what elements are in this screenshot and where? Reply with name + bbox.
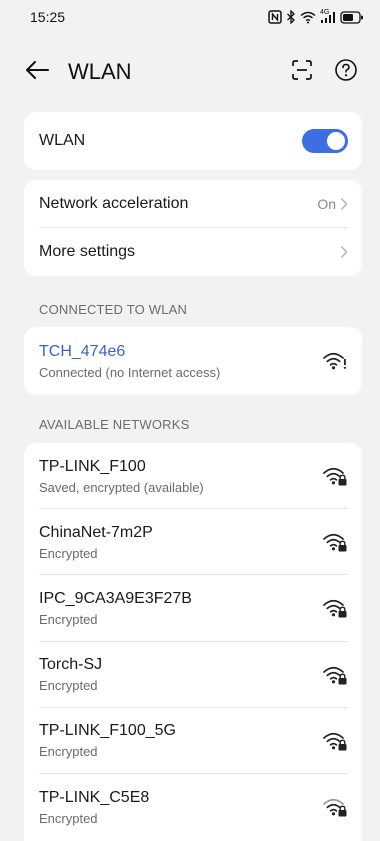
signal-4g-icon: 4G xyxy=(320,8,336,24)
connected-network-card: TCH_474e6 Connected (no Internet access) xyxy=(24,327,362,395)
available-network-row[interactable]: ChinaNet-7m2P Encrypted xyxy=(24,509,362,576)
wifi-lock-icon xyxy=(322,664,348,686)
available-networks-card: TP-LINK_F100 Saved, encrypted (available… xyxy=(24,443,362,841)
network-text: TP-LINK_F100 Saved, encrypted (available… xyxy=(39,456,322,497)
wifi-lock-icon xyxy=(322,730,348,752)
wifi-lock-icon xyxy=(322,531,348,553)
network-status: Connected (no Internet access) xyxy=(39,364,221,380)
battery-icon xyxy=(340,10,364,24)
network-text: ChinaNet-7m2P Encrypted xyxy=(39,522,322,563)
network-text: TP-LINK_C5E8 Encrypted xyxy=(39,787,322,828)
network-status: Saved, encrypted (available) xyxy=(39,479,204,495)
help-button[interactable] xyxy=(330,56,362,88)
wlan-toggle-switch[interactable] xyxy=(302,129,348,153)
network-name: ChinaNet-7m2P xyxy=(39,523,153,541)
network-name: TP-LINK_C5E8 xyxy=(39,788,150,806)
wlan-toggle-card: WLAN xyxy=(24,112,362,170)
connected-section-header: CONNECTED TO WLAN xyxy=(39,302,188,317)
network-status: Encrypted xyxy=(39,611,98,627)
network-acceleration-value: On xyxy=(317,196,336,212)
wlan-toggle-label: WLAN xyxy=(39,132,86,149)
arrow-left-icon xyxy=(24,59,50,86)
status-bar: 15:25 4G xyxy=(0,0,380,34)
bluetooth-icon xyxy=(286,10,296,24)
scan-icon xyxy=(290,58,314,87)
more-settings-row[interactable]: More settings xyxy=(24,228,362,276)
network-name: Torch-SJ xyxy=(39,656,103,674)
network-name: IPC_9CA3A9E3F27B xyxy=(39,589,192,607)
network-acceleration-row[interactable]: Network acceleration On xyxy=(24,180,362,228)
more-settings-label: More settings xyxy=(39,243,136,260)
network-text: IPC_9CA3A9E3F27B Encrypted xyxy=(39,588,322,629)
network-text: Torch-SJ Encrypted xyxy=(39,654,322,695)
back-button[interactable] xyxy=(24,55,58,89)
network-name: TCH_474e6 xyxy=(39,342,126,360)
wifi-lock-icon xyxy=(322,796,348,818)
network-status: Encrypted xyxy=(39,810,98,826)
wifi-lock-icon xyxy=(322,597,348,619)
network-text: TCH_474e6 Connected (no Internet access) xyxy=(39,341,322,382)
network-name: TP-LINK_F100 xyxy=(39,457,146,475)
available-network-row[interactable]: TP-LINK_F100 Saved, encrypted (available… xyxy=(24,443,362,510)
settings-card: Network acceleration On More settings xyxy=(24,180,362,276)
wlan-toggle-row[interactable]: WLAN xyxy=(24,112,362,170)
scan-button[interactable] xyxy=(286,56,318,88)
help-icon xyxy=(334,58,358,87)
available-network-row[interactable]: TP-LINK_F100_5G Encrypted xyxy=(24,708,362,774)
page-title: WLAN xyxy=(68,59,132,84)
network-status: Encrypted xyxy=(39,744,98,760)
wifi-status-icon xyxy=(300,11,316,24)
nfc-icon xyxy=(268,10,282,24)
chevron-right-icon xyxy=(340,245,348,259)
wifi-lock-icon xyxy=(322,465,348,487)
network-status: Encrypted xyxy=(39,545,98,561)
connected-network-row[interactable]: TCH_474e6 Connected (no Internet access) xyxy=(24,327,362,395)
available-section-header: AVAILABLE NETWORKS xyxy=(39,417,190,432)
network-acceleration-label: Network acceleration xyxy=(39,195,189,212)
available-network-row[interactable]: TP-LINK_C5E8 Encrypted xyxy=(24,774,362,840)
network-type-label: 4G xyxy=(320,8,330,16)
network-status: Encrypted xyxy=(39,678,98,694)
status-time: 15:25 xyxy=(30,9,66,25)
app-bar: WLAN xyxy=(0,44,380,100)
network-name: TP-LINK_F100_5G xyxy=(39,722,176,740)
available-network-row[interactable]: Torch-SJ Encrypted xyxy=(24,642,362,708)
status-icons: 4G xyxy=(268,8,364,24)
network-text: TP-LINK_F100_5G Encrypted xyxy=(39,720,322,761)
toggle-knob xyxy=(327,132,345,150)
available-network-row[interactable]: IPC_9CA3A9E3F27B Encrypted xyxy=(24,575,362,642)
wifi-no-internet-icon xyxy=(322,350,348,372)
chevron-right-icon xyxy=(340,197,348,211)
